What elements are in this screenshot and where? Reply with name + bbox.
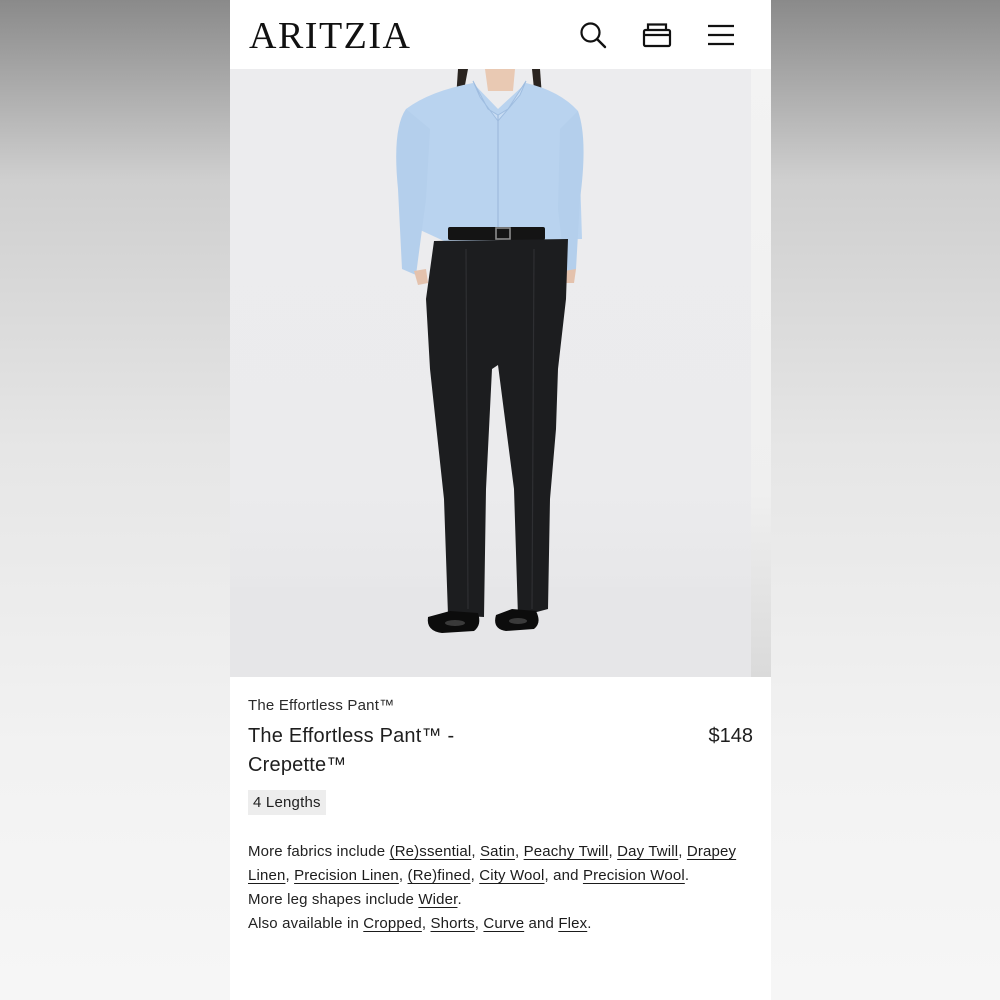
fabric-link[interactable]: City Wool: [479, 867, 544, 884]
mobile-page: ARITZIA The Effortless Pant™ The Effortl…: [230, 0, 771, 1000]
fit-link[interactable]: Flex: [558, 915, 587, 932]
fit-link[interactable]: Curve: [483, 915, 524, 932]
fabric-link[interactable]: Satin: [480, 843, 515, 860]
bag-button[interactable]: [625, 15, 689, 55]
leg-shape-link[interactable]: Wider: [418, 891, 457, 908]
separator: ,: [470, 867, 480, 884]
lengths-chip[interactable]: 4 Lengths: [248, 790, 326, 815]
leg-shapes-line: More leg shapes include Wider.: [248, 888, 753, 912]
menu-button[interactable]: [689, 15, 753, 55]
collection-name[interactable]: The Effortless Pant™: [248, 697, 753, 714]
next-image-peek[interactable]: [751, 69, 771, 677]
product-image[interactable]: [230, 69, 771, 677]
fabrics-line: More fabrics include (Re)ssential, Satin…: [248, 840, 753, 888]
separator: ,: [514, 843, 524, 860]
period: .: [587, 915, 592, 932]
fabric-link[interactable]: Precision Wool: [583, 867, 685, 884]
title-row: The Effortless Pant™ - Crepette™ $148: [248, 722, 753, 780]
header: ARITZIA: [230, 0, 771, 69]
search-button[interactable]: [561, 15, 625, 55]
leg-shapes-intro: More leg shapes include: [248, 891, 419, 908]
separator-and: and: [524, 915, 559, 932]
separator: ,: [421, 915, 431, 932]
period: .: [457, 891, 462, 908]
available-intro: Also available in: [248, 915, 364, 932]
fabric-link[interactable]: Precision Linen: [294, 867, 399, 884]
separator-and: , and: [544, 867, 583, 884]
fabric-link[interactable]: (Re)fined: [408, 867, 471, 884]
fabrics-intro: More fabrics include: [248, 843, 390, 860]
fabric-link[interactable]: (Re)ssential: [390, 843, 472, 860]
fabric-link[interactable]: Day Twill: [617, 843, 678, 860]
available-line: Also available in Cropped, Shorts, Curve…: [248, 912, 753, 936]
separator: ,: [398, 867, 408, 884]
search-icon: [580, 21, 607, 48]
product-copy: More fabrics include (Re)ssential, Satin…: [248, 840, 753, 936]
period: .: [684, 867, 690, 884]
separator: ,: [285, 867, 295, 884]
product-title: The Effortless Pant™ - Crepette™: [248, 725, 455, 776]
separator: ,: [678, 843, 687, 860]
model-illustration: [396, 69, 584, 633]
fabric-link[interactable]: Peachy Twill: [524, 843, 609, 860]
aritzia-logo[interactable]: ARITZIA: [249, 17, 411, 55]
menu-icon: [708, 24, 734, 45]
product-details: The Effortless Pant™ The Effortless Pant…: [248, 697, 753, 936]
bag-icon: [642, 22, 672, 47]
separator: ,: [471, 843, 481, 860]
separator: ,: [608, 843, 618, 860]
fit-link[interactable]: Shorts: [431, 915, 475, 932]
fit-link[interactable]: Cropped: [363, 915, 422, 932]
product-price: $148: [708, 725, 754, 747]
header-icons: [561, 15, 753, 55]
